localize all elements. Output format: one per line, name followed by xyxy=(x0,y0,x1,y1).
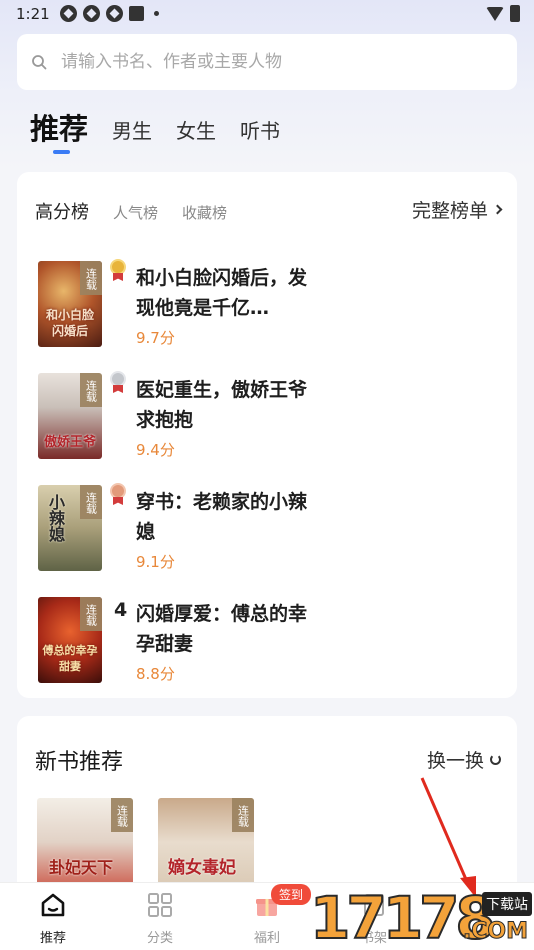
serial-badge: 连载 xyxy=(80,485,102,519)
cover-title: 傅总的幸孕甜妻 xyxy=(42,644,98,673)
book-title: 医妃重生，傲娇王爷求抱抱 xyxy=(136,379,308,431)
serial-badge: 连载 xyxy=(80,597,102,631)
cover-title: 傲娇王爷 xyxy=(43,435,96,450)
book-score: 9.4分 xyxy=(136,441,175,459)
watermark-label: 下载站 xyxy=(482,892,532,916)
book-title: 穿书：老赖家的小辣媳 xyxy=(136,491,308,543)
bronze-medal-icon xyxy=(108,483,128,505)
refresh-icon xyxy=(490,754,501,765)
book-cover: 连载 傲娇王爷 xyxy=(38,373,102,459)
cover-title: 卦妃天下 xyxy=(48,858,113,877)
book-score: 9.1分 xyxy=(136,553,175,571)
cover-title: 小辣媳 xyxy=(48,493,65,544)
tab-top-rated[interactable]: 高分榜 xyxy=(35,198,89,224)
refresh-label: 换一换 xyxy=(426,750,484,772)
book-item[interactable]: 连载 傅总的幸孕甜妻 4 闪婚厚爱：傅总的幸孕甜妻 8.8分 xyxy=(38,597,478,683)
serial-badge: 连载 xyxy=(232,798,254,832)
nav-label: 分类 xyxy=(146,931,173,946)
tab-favorites[interactable]: 收藏榜 xyxy=(182,202,227,223)
app-notification-icon xyxy=(60,5,77,22)
search-icon xyxy=(32,55,47,70)
refresh-button[interactable]: 换一换 xyxy=(427,746,501,773)
full-ranking-label: 完整榜单 xyxy=(411,200,488,222)
chevron-right-icon xyxy=(492,204,503,215)
app-notification-icon xyxy=(83,5,100,22)
nav-label: 福利 xyxy=(253,931,280,946)
book-cover: 连载 小辣媳 xyxy=(38,485,102,571)
serial-badge: 连载 xyxy=(111,798,133,832)
book-item[interactable]: 连载 和小白脸闪婚后 和小白脸闪婚后，发现他竟是千亿… 9.7分 xyxy=(38,259,478,347)
app-notification-icon xyxy=(106,5,123,22)
ranking-card: 高分榜 人气榜 收藏榜 完整榜单 连载 和小白脸闪婚后 和小白脸闪婚后，发现他竟… xyxy=(17,172,517,698)
book-score: 8.8分 xyxy=(136,665,175,683)
cover-title: 嫡女毒妃 xyxy=(168,858,236,878)
full-ranking-button[interactable]: 完整榜单 xyxy=(411,196,503,223)
sign-in-badge[interactable]: 签到 xyxy=(271,884,312,905)
section-title: 新书推荐 xyxy=(35,750,124,775)
silver-medal-icon xyxy=(108,371,128,393)
tab-male[interactable]: 男生 xyxy=(112,115,152,144)
book-score: 9.7分 xyxy=(136,329,175,347)
rank-number: 4 xyxy=(114,599,128,621)
status-time: 1:21 xyxy=(16,5,50,23)
book-title: 闪婚厚爱：傅总的幸孕甜妻 xyxy=(136,603,308,655)
book-item[interactable]: 连载 傲娇王爷 医妃重生，傲娇王爷求抱抱 9.4分 xyxy=(38,371,478,459)
tab-recommend[interactable]: 推荐 xyxy=(30,106,88,148)
battery-icon xyxy=(510,5,520,22)
grid-icon xyxy=(148,893,172,917)
wifi-icon xyxy=(486,6,504,21)
serial-badge: 连载 xyxy=(80,373,102,407)
book-title: 和小白脸闪婚后，发现他竟是千亿… xyxy=(136,267,308,319)
gold-medal-icon xyxy=(108,259,128,281)
nav-label: 推荐 xyxy=(39,931,66,946)
book-cover: 连载 傅总的幸孕甜妻 xyxy=(38,597,102,683)
tab-audiobook[interactable]: 听书 xyxy=(240,115,280,144)
search-bar[interactable] xyxy=(17,34,517,90)
category-tabs: 推荐 男生 女生 听书 xyxy=(30,106,280,154)
system-icons xyxy=(486,5,520,22)
site-watermark: 17178 下载站 .COM xyxy=(309,883,534,950)
tab-popular[interactable]: 人气榜 xyxy=(113,202,158,223)
more-notifications-icon xyxy=(154,11,159,16)
home-icon xyxy=(41,893,65,917)
nav-recommend[interactable]: 推荐 xyxy=(23,891,83,946)
notification-icons xyxy=(60,5,159,22)
tab-female[interactable]: 女生 xyxy=(176,115,216,144)
active-tab-indicator xyxy=(53,150,70,154)
cover-title: 和小白脸闪婚后 xyxy=(45,308,94,338)
status-bar: 1:21 xyxy=(0,0,534,30)
book-item[interactable]: 连载 小辣媳 穿书：老赖家的小辣媳 9.1分 xyxy=(38,483,478,571)
search-input[interactable] xyxy=(61,52,481,72)
serial-badge: 连载 xyxy=(80,261,102,295)
watermark-suffix: .COM xyxy=(462,919,528,945)
app-notification-icon xyxy=(129,6,144,21)
ranking-tabs: 高分榜 人气榜 收藏榜 xyxy=(35,198,227,224)
nav-category[interactable]: 分类 xyxy=(130,891,190,946)
book-cover: 连载 和小白脸闪婚后 xyxy=(38,261,102,347)
